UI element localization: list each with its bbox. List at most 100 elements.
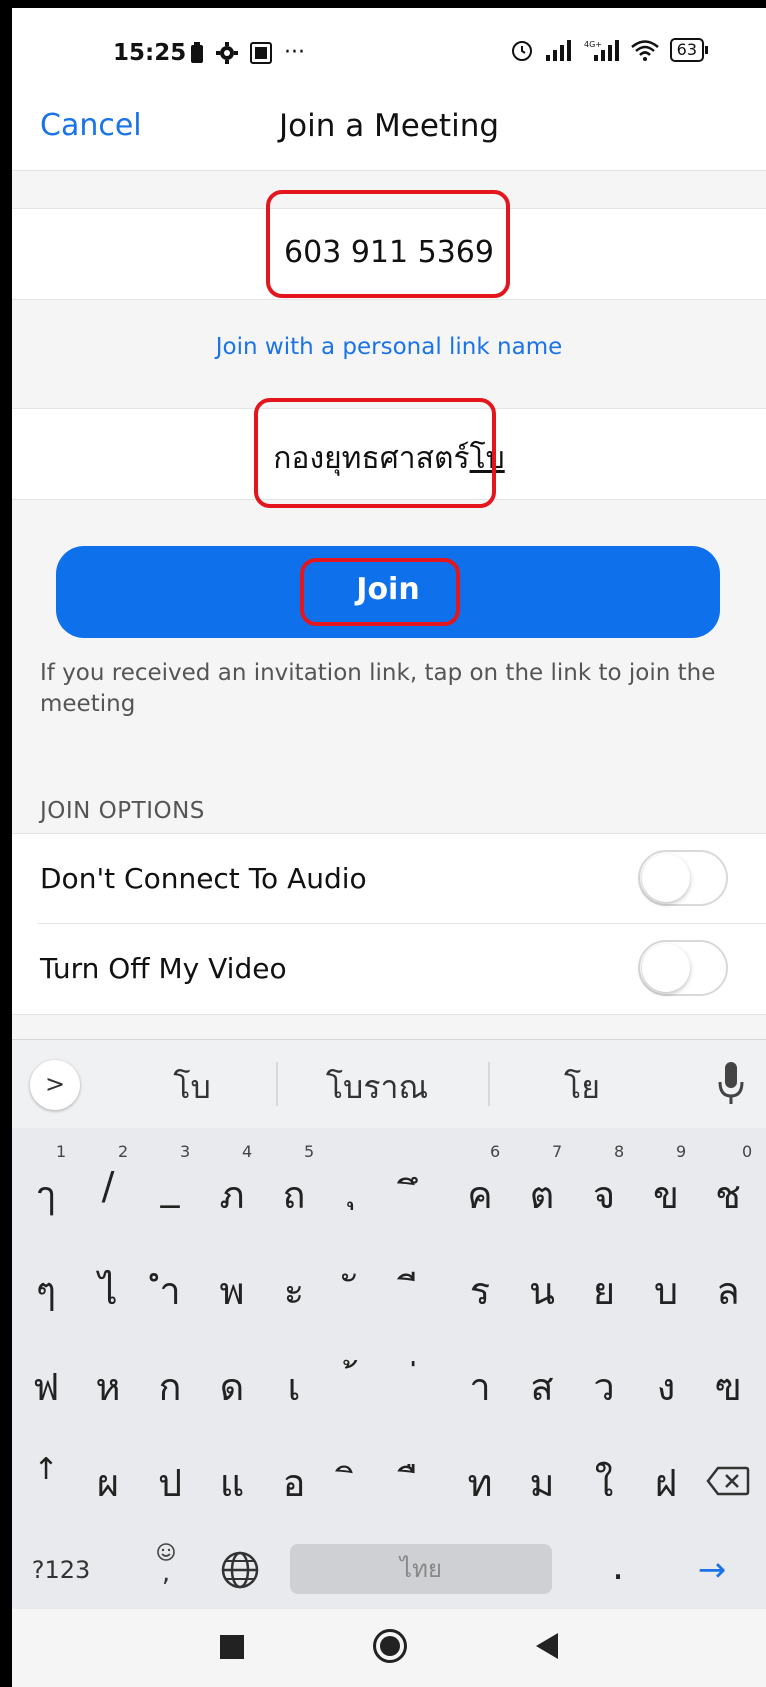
key[interactable]: ล bbox=[694, 1260, 762, 1321]
option-label: Turn Off My Video bbox=[40, 952, 287, 985]
key[interactable]: ่ bbox=[384, 1356, 452, 1417]
signal-icon bbox=[545, 40, 571, 61]
key[interactable]: า bbox=[446, 1356, 514, 1417]
suggestion-bar: > โบ โบราณ โย bbox=[12, 1040, 766, 1128]
svg-text:4G+: 4G+ bbox=[584, 40, 602, 49]
suggestion-divider bbox=[276, 1062, 278, 1106]
key[interactable]: บ bbox=[632, 1260, 700, 1321]
key-hint-9: 9 bbox=[676, 1142, 687, 1161]
key[interactable]: ุ bbox=[322, 1156, 390, 1217]
key[interactable]: ม bbox=[508, 1452, 576, 1513]
key[interactable]: ึ bbox=[384, 1164, 452, 1225]
period-key[interactable]: . bbox=[584, 1544, 652, 1588]
space-key[interactable]: ไทย bbox=[290, 1544, 552, 1594]
option-dont-connect-audio: Don't Connect To Audio bbox=[12, 833, 766, 924]
key[interactable]: ผ bbox=[74, 1452, 142, 1513]
shift-icon[interactable]: ↑ bbox=[12, 1452, 80, 1487]
key[interactable]: ไ bbox=[74, 1260, 142, 1321]
highlight-meeting-id bbox=[266, 190, 510, 298]
key[interactable]: ด bbox=[198, 1356, 266, 1417]
key[interactable]: _ bbox=[136, 1164, 204, 1208]
battery-saver-icon bbox=[191, 41, 203, 63]
key[interactable]: ง bbox=[632, 1356, 700, 1417]
key-hint-6: 6 bbox=[490, 1142, 501, 1161]
key-hint-5: 5 bbox=[304, 1142, 315, 1161]
status-left-icons: ··· bbox=[190, 40, 305, 65]
toggle-knob bbox=[642, 854, 690, 902]
video-toggle[interactable] bbox=[638, 940, 728, 996]
back-icon[interactable] bbox=[536, 1633, 558, 1659]
key[interactable]: ๆ bbox=[12, 1260, 80, 1321]
recents-icon[interactable] bbox=[220, 1635, 244, 1659]
suggestion-3[interactable]: โย bbox=[542, 1062, 622, 1113]
key-hint-1: 1 bbox=[56, 1142, 67, 1161]
key[interactable]: ฟ bbox=[12, 1356, 80, 1417]
key[interactable]: เ bbox=[260, 1356, 328, 1417]
key[interactable]: ท bbox=[446, 1452, 514, 1513]
option-label: Don't Connect To Audio bbox=[40, 862, 367, 895]
enter-arrow-icon[interactable]: → bbox=[678, 1550, 746, 1590]
suggestion-divider bbox=[488, 1062, 490, 1106]
status-right-icons: 4G+ 63 bbox=[510, 38, 709, 62]
key-hint-3: 3 bbox=[180, 1142, 191, 1161]
chevron-right-icon[interactable]: > bbox=[30, 1060, 80, 1110]
system-nav-bar bbox=[12, 1609, 766, 1687]
keyboard-row-1: 1 2 3 4 5 6 7 8 9 0 ๅ / _ ภ ถ ุ ึ ค ต จ … bbox=[12, 1136, 766, 1232]
keyboard-row-5: ?123 , ไทย . → bbox=[12, 1520, 766, 1616]
backspace-icon[interactable] bbox=[706, 1466, 750, 1496]
key[interactable]: ำ bbox=[136, 1260, 204, 1321]
key[interactable]: ก bbox=[136, 1356, 204, 1417]
phone-screen: 15:25 ··· 4G+ 63 Cancel Join a Meeting 6… bbox=[12, 8, 766, 1687]
key[interactable]: ้ bbox=[322, 1356, 390, 1417]
key[interactable]: อ bbox=[260, 1452, 328, 1513]
key[interactable]: น bbox=[508, 1260, 576, 1321]
toggle-knob bbox=[642, 944, 690, 992]
key[interactable]: ฝ bbox=[632, 1452, 700, 1513]
key[interactable]: ว bbox=[570, 1356, 638, 1417]
suggestion-1[interactable]: โบ bbox=[142, 1062, 242, 1113]
key[interactable]: ย bbox=[570, 1260, 638, 1321]
key[interactable]: / bbox=[74, 1164, 142, 1208]
key[interactable]: ต bbox=[508, 1164, 576, 1225]
key-hint-4: 4 bbox=[242, 1142, 253, 1161]
invitation-hint: If you received an invitation link, tap … bbox=[40, 660, 716, 717]
keyboard-row-2: ๆ ไ ำ พ ะ ั ี ร น ย บ ล bbox=[12, 1232, 766, 1328]
key[interactable]: ห bbox=[74, 1356, 142, 1417]
page-title: Join a Meeting bbox=[278, 108, 500, 144]
key[interactable]: ี bbox=[384, 1260, 452, 1321]
key[interactable]: แ bbox=[198, 1452, 266, 1513]
status-bar: 15:25 ··· 4G+ 63 bbox=[12, 8, 766, 90]
key[interactable]: ค bbox=[446, 1164, 514, 1225]
key[interactable]: ั bbox=[322, 1260, 390, 1321]
home-icon[interactable] bbox=[373, 1629, 407, 1663]
key[interactable]: ฃ bbox=[694, 1356, 762, 1417]
key[interactable]: ิ bbox=[322, 1452, 390, 1513]
key[interactable]: ช bbox=[694, 1164, 762, 1225]
keyboard: > โบ โบราณ โย 1 2 3 4 5 6 7 8 9 0 ๅ / _ … bbox=[12, 1039, 766, 1610]
keyboard-row-3: ฟ ห ก ด เ ้ ่ า ส ว ง ฃ bbox=[12, 1328, 766, 1424]
key[interactable]: ใ bbox=[570, 1452, 638, 1513]
key[interactable]: ส bbox=[508, 1356, 576, 1417]
key[interactable]: จ bbox=[570, 1164, 638, 1225]
microphone-icon[interactable] bbox=[716, 1058, 746, 1108]
key[interactable]: ื bbox=[384, 1452, 452, 1513]
symbols-key[interactable]: ?123 bbox=[26, 1556, 96, 1584]
highlight-join-button bbox=[300, 558, 460, 626]
option-divider bbox=[38, 923, 766, 924]
key[interactable]: ะ bbox=[260, 1260, 328, 1321]
key[interactable]: พ bbox=[198, 1260, 266, 1321]
emoji-comma-key[interactable]: , bbox=[146, 1542, 186, 1586]
more-icon: ··· bbox=[284, 40, 305, 65]
audio-toggle[interactable] bbox=[638, 850, 728, 906]
key[interactable]: ข bbox=[632, 1164, 700, 1225]
signal-4g-icon: 4G+ bbox=[584, 40, 619, 61]
globe-icon[interactable] bbox=[220, 1550, 260, 1590]
suggestion-2[interactable]: โบราณ bbox=[302, 1062, 452, 1113]
personal-link-name-link[interactable]: Join with a personal link name bbox=[12, 334, 766, 360]
key[interactable]: ๅ bbox=[12, 1164, 80, 1225]
highlight-display-name bbox=[254, 398, 496, 508]
key[interactable]: ร bbox=[446, 1260, 514, 1321]
key[interactable]: ภ bbox=[198, 1164, 266, 1225]
key[interactable]: ป bbox=[136, 1452, 204, 1513]
key[interactable]: ถ bbox=[260, 1164, 328, 1225]
